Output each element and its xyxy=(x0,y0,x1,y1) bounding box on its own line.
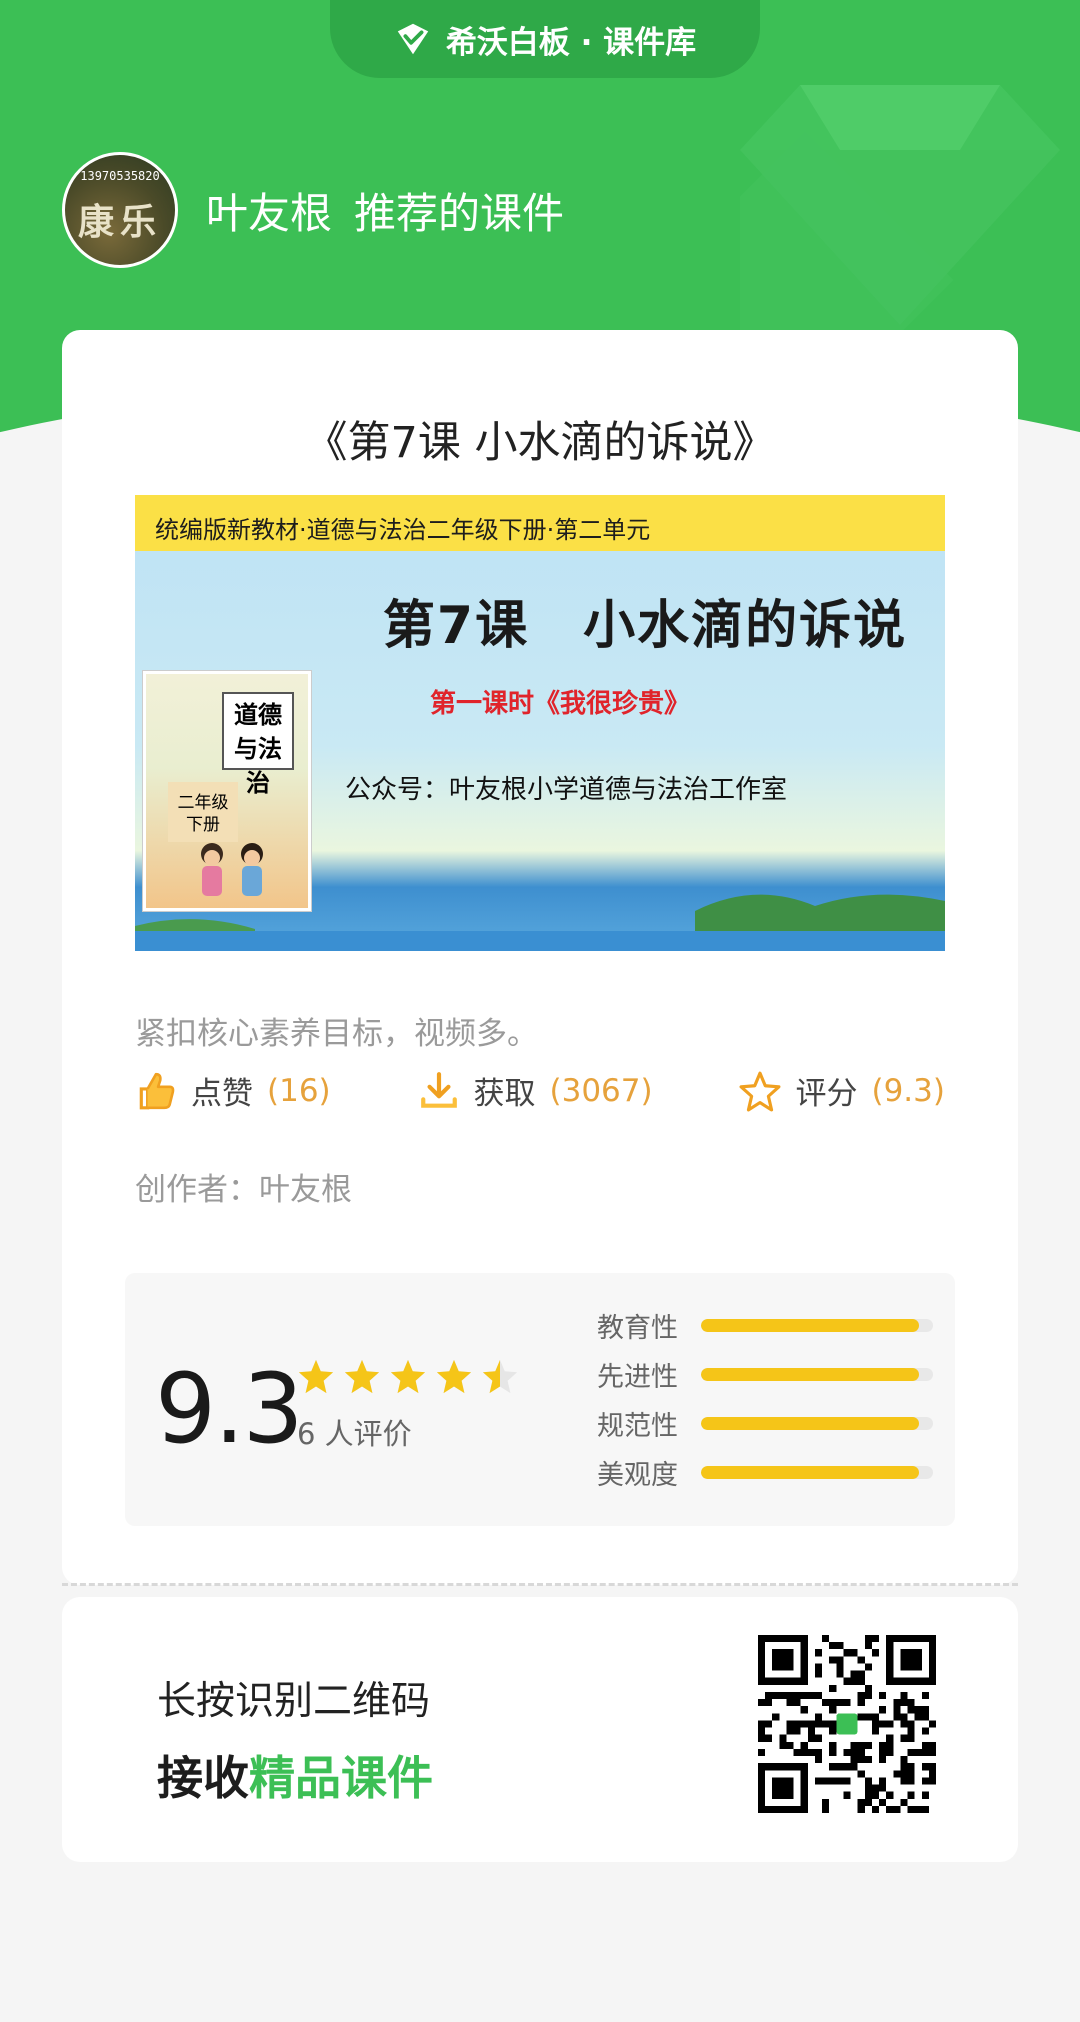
seewo-logo-icon xyxy=(397,23,429,55)
rating-dimension-label: 教育性 xyxy=(597,1313,678,1344)
rating-panel: 9.3 6 人评价 教育性先进性规范性美观度 xyxy=(125,1273,955,1526)
author-row: 13970535820 康乐 叶友根 推荐的课件 xyxy=(62,152,564,268)
star-icon xyxy=(482,1359,518,1394)
get-label: 获取 xyxy=(473,1076,536,1112)
rating-dimension-bar-fill xyxy=(701,1466,920,1479)
rating-stars xyxy=(297,1358,519,1396)
get-count: (3067) xyxy=(549,1072,653,1109)
star-outline-icon xyxy=(740,1071,781,1111)
qr-tagline-highlight: 精品课件 xyxy=(249,1751,433,1805)
star-icon xyxy=(436,1359,472,1394)
avatar-text: 康乐 xyxy=(77,201,162,243)
star-icon xyxy=(298,1359,334,1394)
rating-dimension-label: 美观度 xyxy=(597,1460,678,1491)
cover-main-title: 第7课 小水滴的诉说 xyxy=(382,596,908,656)
like-label: 点赞 xyxy=(191,1076,253,1112)
page-title: 叶友根 推荐的课件 xyxy=(206,180,564,241)
star-icon xyxy=(390,1359,426,1394)
courseware-title: 《第7课 小水滴的诉说》 xyxy=(304,418,776,468)
rating-dimension-label: 规范性 xyxy=(597,1411,678,1442)
avatar-phone: 13970535820 xyxy=(80,169,160,183)
creator-text: 创作者：叶友根 xyxy=(135,1172,352,1208)
star-icon xyxy=(344,1359,380,1394)
author-name: 叶友根 xyxy=(206,188,333,238)
rating-dimensions: 教育性先进性规范性美观度 xyxy=(597,1301,933,1497)
thumbs-up-icon xyxy=(139,1072,175,1109)
rating-dimension-bar xyxy=(701,1417,933,1430)
rating-dimension-row: 美观度 xyxy=(597,1448,933,1497)
rating-dimension-row: 先进性 xyxy=(597,1350,933,1399)
qr-tagline: 接收精品课件 xyxy=(157,1742,433,1808)
title-suffix: 推荐的课件 xyxy=(354,188,565,238)
download-icon xyxy=(420,1071,457,1108)
dashed-divider xyxy=(62,1583,1018,1586)
like-count: (16) xyxy=(267,1072,331,1109)
score-count: (9.3) xyxy=(871,1072,945,1109)
cover-banner: 统编版新教材·道德与法治二年级下册·第二单元 xyxy=(135,495,945,551)
brand-tab[interactable]: 希沃白板 · 课件库 xyxy=(330,0,760,78)
cover-sub-title: 第一课时《我很珍贵》 xyxy=(430,689,691,719)
score-label: 评分 xyxy=(795,1076,858,1112)
rating-dimension-bar-fill xyxy=(701,1368,920,1381)
diamond-decoration xyxy=(740,85,1060,355)
rating-dimension-bar-fill xyxy=(701,1417,920,1430)
courseware-description: 紧扣核心素养目标，视频多。 xyxy=(135,1016,538,1052)
cover-official-account: 公众号：叶友根小学道德与法治工作室 xyxy=(345,775,788,805)
stats-row: 点赞 (16) 获取 (3067) 评分 (9.3) xyxy=(135,1068,945,1113)
rating-dimension-row: 规范性 xyxy=(597,1399,933,1448)
book-title: 道德与法治 xyxy=(222,692,294,797)
qr-code[interactable] xyxy=(758,1635,936,1813)
courseware-cover[interactable]: 统编版新教材·道德与法治二年级下册·第二单元 第7课 小水滴的诉说 第一课时《我… xyxy=(135,495,945,951)
courseware-card: 《第7课 小水滴的诉说》 统编版新教材·道德与法治二年级下册·第二单元 第7课 … xyxy=(62,330,1018,1585)
qr-tagline-prefix: 接收 xyxy=(157,1751,249,1805)
qr-card: 长按识别二维码 接收精品课件 xyxy=(62,1597,1018,1862)
score-button[interactable]: 评分 (9.3) xyxy=(739,1068,945,1113)
book-grade: 二年级 下册 xyxy=(168,782,238,842)
rating-dimension-bar xyxy=(701,1368,933,1381)
rating-dimension-bar-fill xyxy=(701,1319,920,1332)
landscape-illustration xyxy=(135,894,945,951)
qr-instruction: 长按识别二维码 xyxy=(157,1679,431,1724)
get-button[interactable]: 获取 (3067) xyxy=(418,1068,653,1113)
rating-dimension-bar xyxy=(701,1319,933,1332)
review-count: 6 人评价 xyxy=(297,1417,412,1451)
avatar[interactable]: 13970535820 康乐 xyxy=(62,152,178,268)
rating-dimension-row: 教育性 xyxy=(597,1301,933,1350)
brand-label: 希沃白板 · 课件库 xyxy=(445,24,697,61)
rating-dimension-label: 先进性 xyxy=(597,1362,678,1393)
rating-dimension-bar xyxy=(701,1466,933,1479)
like-button[interactable]: 点赞 (16) xyxy=(135,1068,331,1113)
rating-score: 9.3 xyxy=(155,1353,304,1465)
